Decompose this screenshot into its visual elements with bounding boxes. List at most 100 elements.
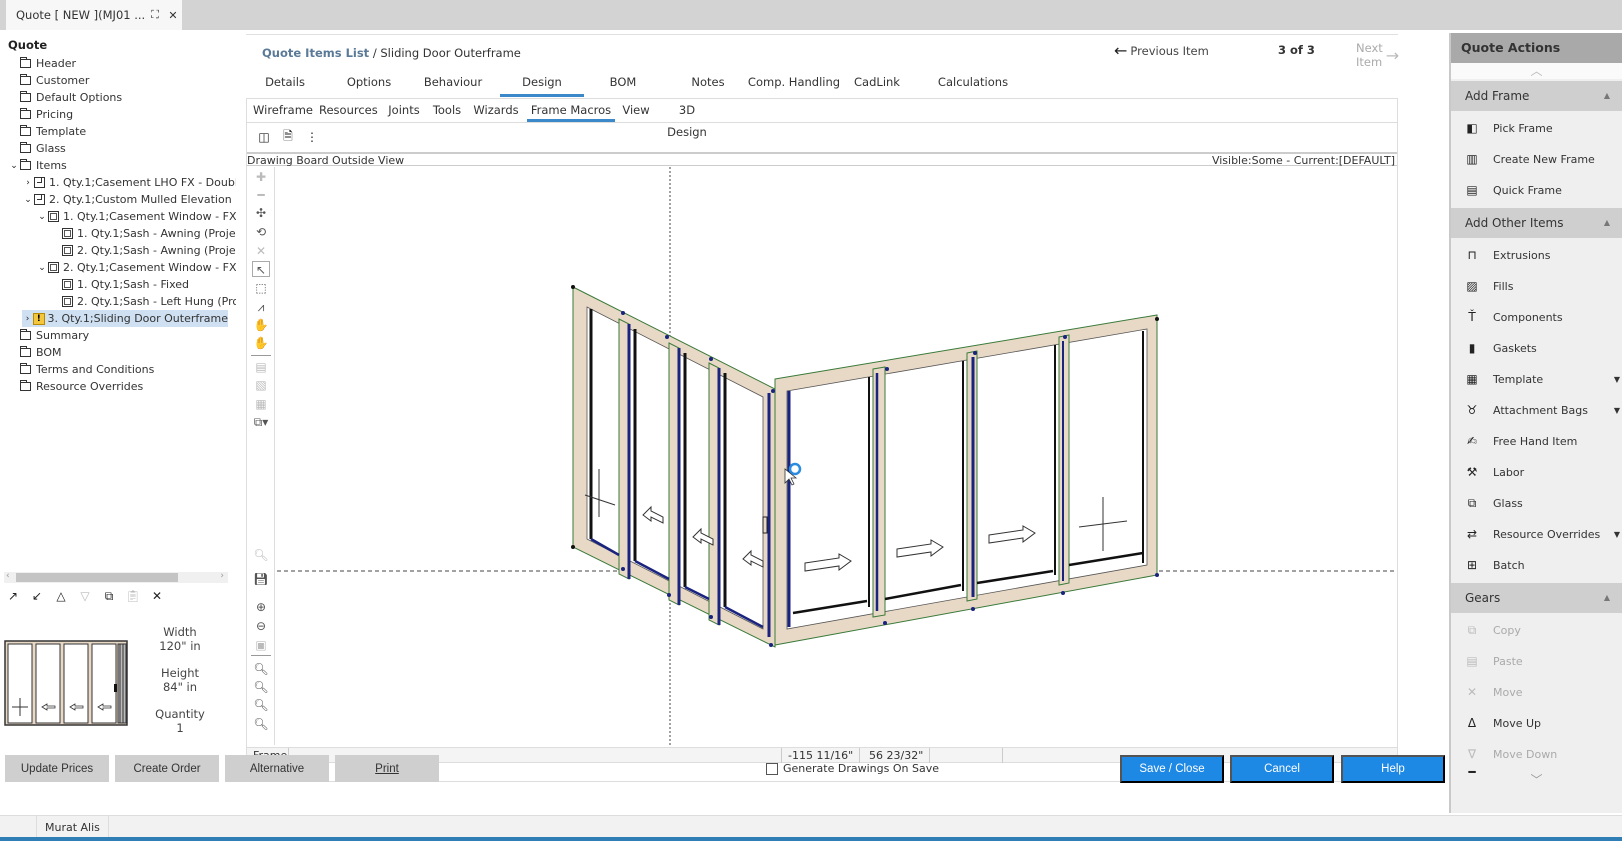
action-resource-overrides[interactable]: ⇄ Resource Overrides ▼ <box>1451 519 1622 549</box>
frame-3d-drawing[interactable] <box>277 167 1395 747</box>
tree-item[interactable]: Terms and Conditions <box>8 361 154 378</box>
action-move-up[interactable]: Δ Move Up <box>1451 708 1622 738</box>
action-gaskets[interactable]: ▮ Gaskets <box>1451 333 1622 363</box>
tree-horizontal-scrollbar[interactable]: ‹ › <box>4 571 228 583</box>
copy-icon[interactable]: ⧉ <box>102 588 116 604</box>
chevron-down-icon[interactable]: ⌄ <box>8 161 20 171</box>
tree-item[interactable]: ⌄ 1. Qty.1;Casement Window - FX <box>36 208 236 225</box>
close-icon[interactable]: ✕ <box>164 9 182 22</box>
document-tab[interactable]: Quote [ NEW ](MJ01 ... ⛶ ✕ <box>6 0 182 30</box>
paste-special-icon[interactable]: ▧ <box>252 377 270 393</box>
zoom-window-icon[interactable]: 🔍︎ <box>252 547 270 563</box>
delete-icon[interactable]: ✕ <box>150 588 164 604</box>
print-button[interactable]: Print <box>335 755 439 782</box>
tree-item[interactable]: ›! 3. Qty.1;Sliding Door Outerframe <box>22 310 228 327</box>
tree-item[interactable]: Header <box>8 55 76 72</box>
duplicate-icon[interactable]: ▦ <box>252 396 270 412</box>
scrollbar-thumb[interactable] <box>16 573 178 582</box>
breadcrumb-quote-items-list[interactable]: Quote Items List <box>262 46 369 60</box>
zoom-plus-icon[interactable]: 🔍︎ <box>252 697 270 713</box>
section-add-frame[interactable]: Add Frame ▲ <box>1451 81 1622 111</box>
tree-item[interactable]: Glass <box>8 140 66 157</box>
chevron-down-icon[interactable]: ⌄ <box>22 195 34 205</box>
cancel-button[interactable]: Cancel <box>1230 755 1334 783</box>
create-order-button[interactable]: Create Order <box>115 755 219 782</box>
tree-item[interactable]: 1. Qty.1;Sash - Fixed <box>50 276 189 293</box>
action-fills[interactable]: ▨ Fills <box>1451 271 1622 301</box>
tree-item[interactable]: Summary <box>8 327 89 344</box>
action-create-new-frame[interactable]: ▥ Create New Frame <box>1451 144 1622 174</box>
next-item-button[interactable]: Next Item → <box>1356 41 1399 69</box>
zoom-out-icon[interactable]: ⊖ <box>252 618 270 634</box>
action-pick-frame[interactable]: ◧ Pick Frame <box>1451 113 1622 143</box>
action-free-hand-item[interactable]: ✍︎ Free Hand Item <box>1451 426 1622 456</box>
action-glass[interactable]: ⧉ Glass <box>1451 488 1622 518</box>
subtab-view[interactable]: View <box>621 99 651 122</box>
tab-cadlink[interactable]: CadLink <box>850 71 904 97</box>
chevron-right-icon[interactable]: › <box>22 314 33 324</box>
move-up-icon[interactable]: △ <box>54 588 68 604</box>
subtab-wireframe[interactable]: Wireframe <box>253 99 313 122</box>
section-add-other-items[interactable]: Add Other Items ▲ <box>1451 208 1622 238</box>
select-pointer-icon[interactable]: ↖ <box>252 261 270 277</box>
save-view-icon[interactable]: 💾︎ <box>252 571 270 587</box>
scroll-down-icon[interactable]: ﹀ <box>1451 771 1622 787</box>
dropdown-icon[interactable]: ▼ <box>1614 375 1620 384</box>
tab-comp-handling[interactable]: Comp. Handling <box>746 71 842 97</box>
expand-icon[interactable]: ⛶ <box>146 8 164 22</box>
clipboard-icon[interactable]: ▤ <box>252 359 270 375</box>
zoom-previous-icon[interactable]: 🔍︎ <box>252 661 270 677</box>
subtab-3d-design[interactable]: 3D Design <box>659 99 715 139</box>
save-close-button[interactable]: Save / Close <box>1120 755 1224 783</box>
expand-all-icon[interactable]: ↗ <box>6 588 20 604</box>
subtab-wizards[interactable]: Wizards <box>473 99 519 122</box>
previous-item-button[interactable]: ← Previous Item <box>1114 41 1209 60</box>
dropdown-icon[interactable]: ▼ <box>1614 406 1620 415</box>
tree-item[interactable]: › 1. Qty.1;Casement LHO FX - Double H <box>22 174 236 191</box>
action-move[interactable]: ✕ Move <box>1451 677 1622 707</box>
help-button[interactable]: Help <box>1341 755 1445 783</box>
drawing-canvas[interactable] <box>277 167 1395 747</box>
collapse-icon[interactable]: ▲ <box>1604 81 1610 111</box>
collapse-icon[interactable]: ▲ <box>1604 208 1610 238</box>
tree-item[interactable]: ⌄ Items <box>8 157 67 174</box>
tree-item[interactable]: Default Options <box>8 89 122 106</box>
fit-icon[interactable]: ✣ <box>252 205 270 221</box>
action-paste[interactable]: ▤ Paste <box>1451 646 1622 676</box>
tree-item[interactable]: 2. Qty.1;Sash - Awning (Project <box>50 242 236 259</box>
tree-item[interactable]: Pricing <box>8 106 73 123</box>
layers-dropdown-icon[interactable]: ⧉▾ <box>252 414 270 430</box>
tab-behaviour[interactable]: Behaviour <box>420 71 486 97</box>
zoom-in-icon[interactable]: ⊕ <box>252 599 270 615</box>
macro-settings-icon[interactable]: 🗎︎ <box>281 129 295 144</box>
action-extrusions[interactable]: ⊓ Extrusions <box>1451 240 1622 270</box>
scroll-right-icon[interactable]: › <box>220 571 224 581</box>
subtab-frame-macros[interactable]: Frame Macros <box>527 99 615 122</box>
tree-item[interactable]: Resource Overrides <box>8 378 143 395</box>
tree-root-quote[interactable]: Quote <box>8 38 47 52</box>
update-prices-button[interactable]: Update Prices <box>5 755 109 782</box>
chevron-down-icon[interactable]: ⌄ <box>36 212 48 222</box>
compass-icon[interactable]: ⩘ <box>252 299 270 315</box>
action-template[interactable]: ▦ Template ▼ <box>1451 364 1622 394</box>
zoom-next-icon[interactable]: 🔍︎ <box>252 679 270 695</box>
tab-options[interactable]: Options <box>340 71 398 97</box>
tree-item[interactable]: Customer <box>8 72 89 89</box>
action-labor[interactable]: ⚒︎ Labor <box>1451 457 1622 487</box>
chevron-down-icon[interactable]: ⌄ <box>36 263 48 273</box>
tree-item[interactable]: ⌄ 2. Qty.1;Custom Mulled Elevation <box>22 191 231 208</box>
box-select-icon[interactable]: ⬚ <box>252 280 270 296</box>
generate-drawings-checkbox[interactable]: Generate Drawings On Save <box>766 762 939 775</box>
collapse-icon[interactable]: ▲ <box>1604 583 1610 613</box>
tree-item[interactable]: ⌄ 2. Qty.1;Casement Window - FX <box>36 259 236 276</box>
scroll-left-icon[interactable]: ‹ <box>6 571 10 581</box>
action-quick-frame[interactable]: ▤ Quick Frame <box>1451 175 1622 205</box>
delete-icon[interactable]: ✕ <box>252 243 270 259</box>
pan-hand-icon[interactable]: ✋ <box>252 317 270 333</box>
add-icon[interactable]: ✚ <box>252 169 270 185</box>
tree-item[interactable]: Template <box>8 123 86 140</box>
hand-cancel-icon[interactable]: ✋ <box>252 335 270 351</box>
alternative-button[interactable]: Alternative <box>225 755 329 782</box>
tab-details[interactable]: Details <box>256 71 314 97</box>
macro-tree-icon[interactable]: ⋮ <box>305 130 319 144</box>
